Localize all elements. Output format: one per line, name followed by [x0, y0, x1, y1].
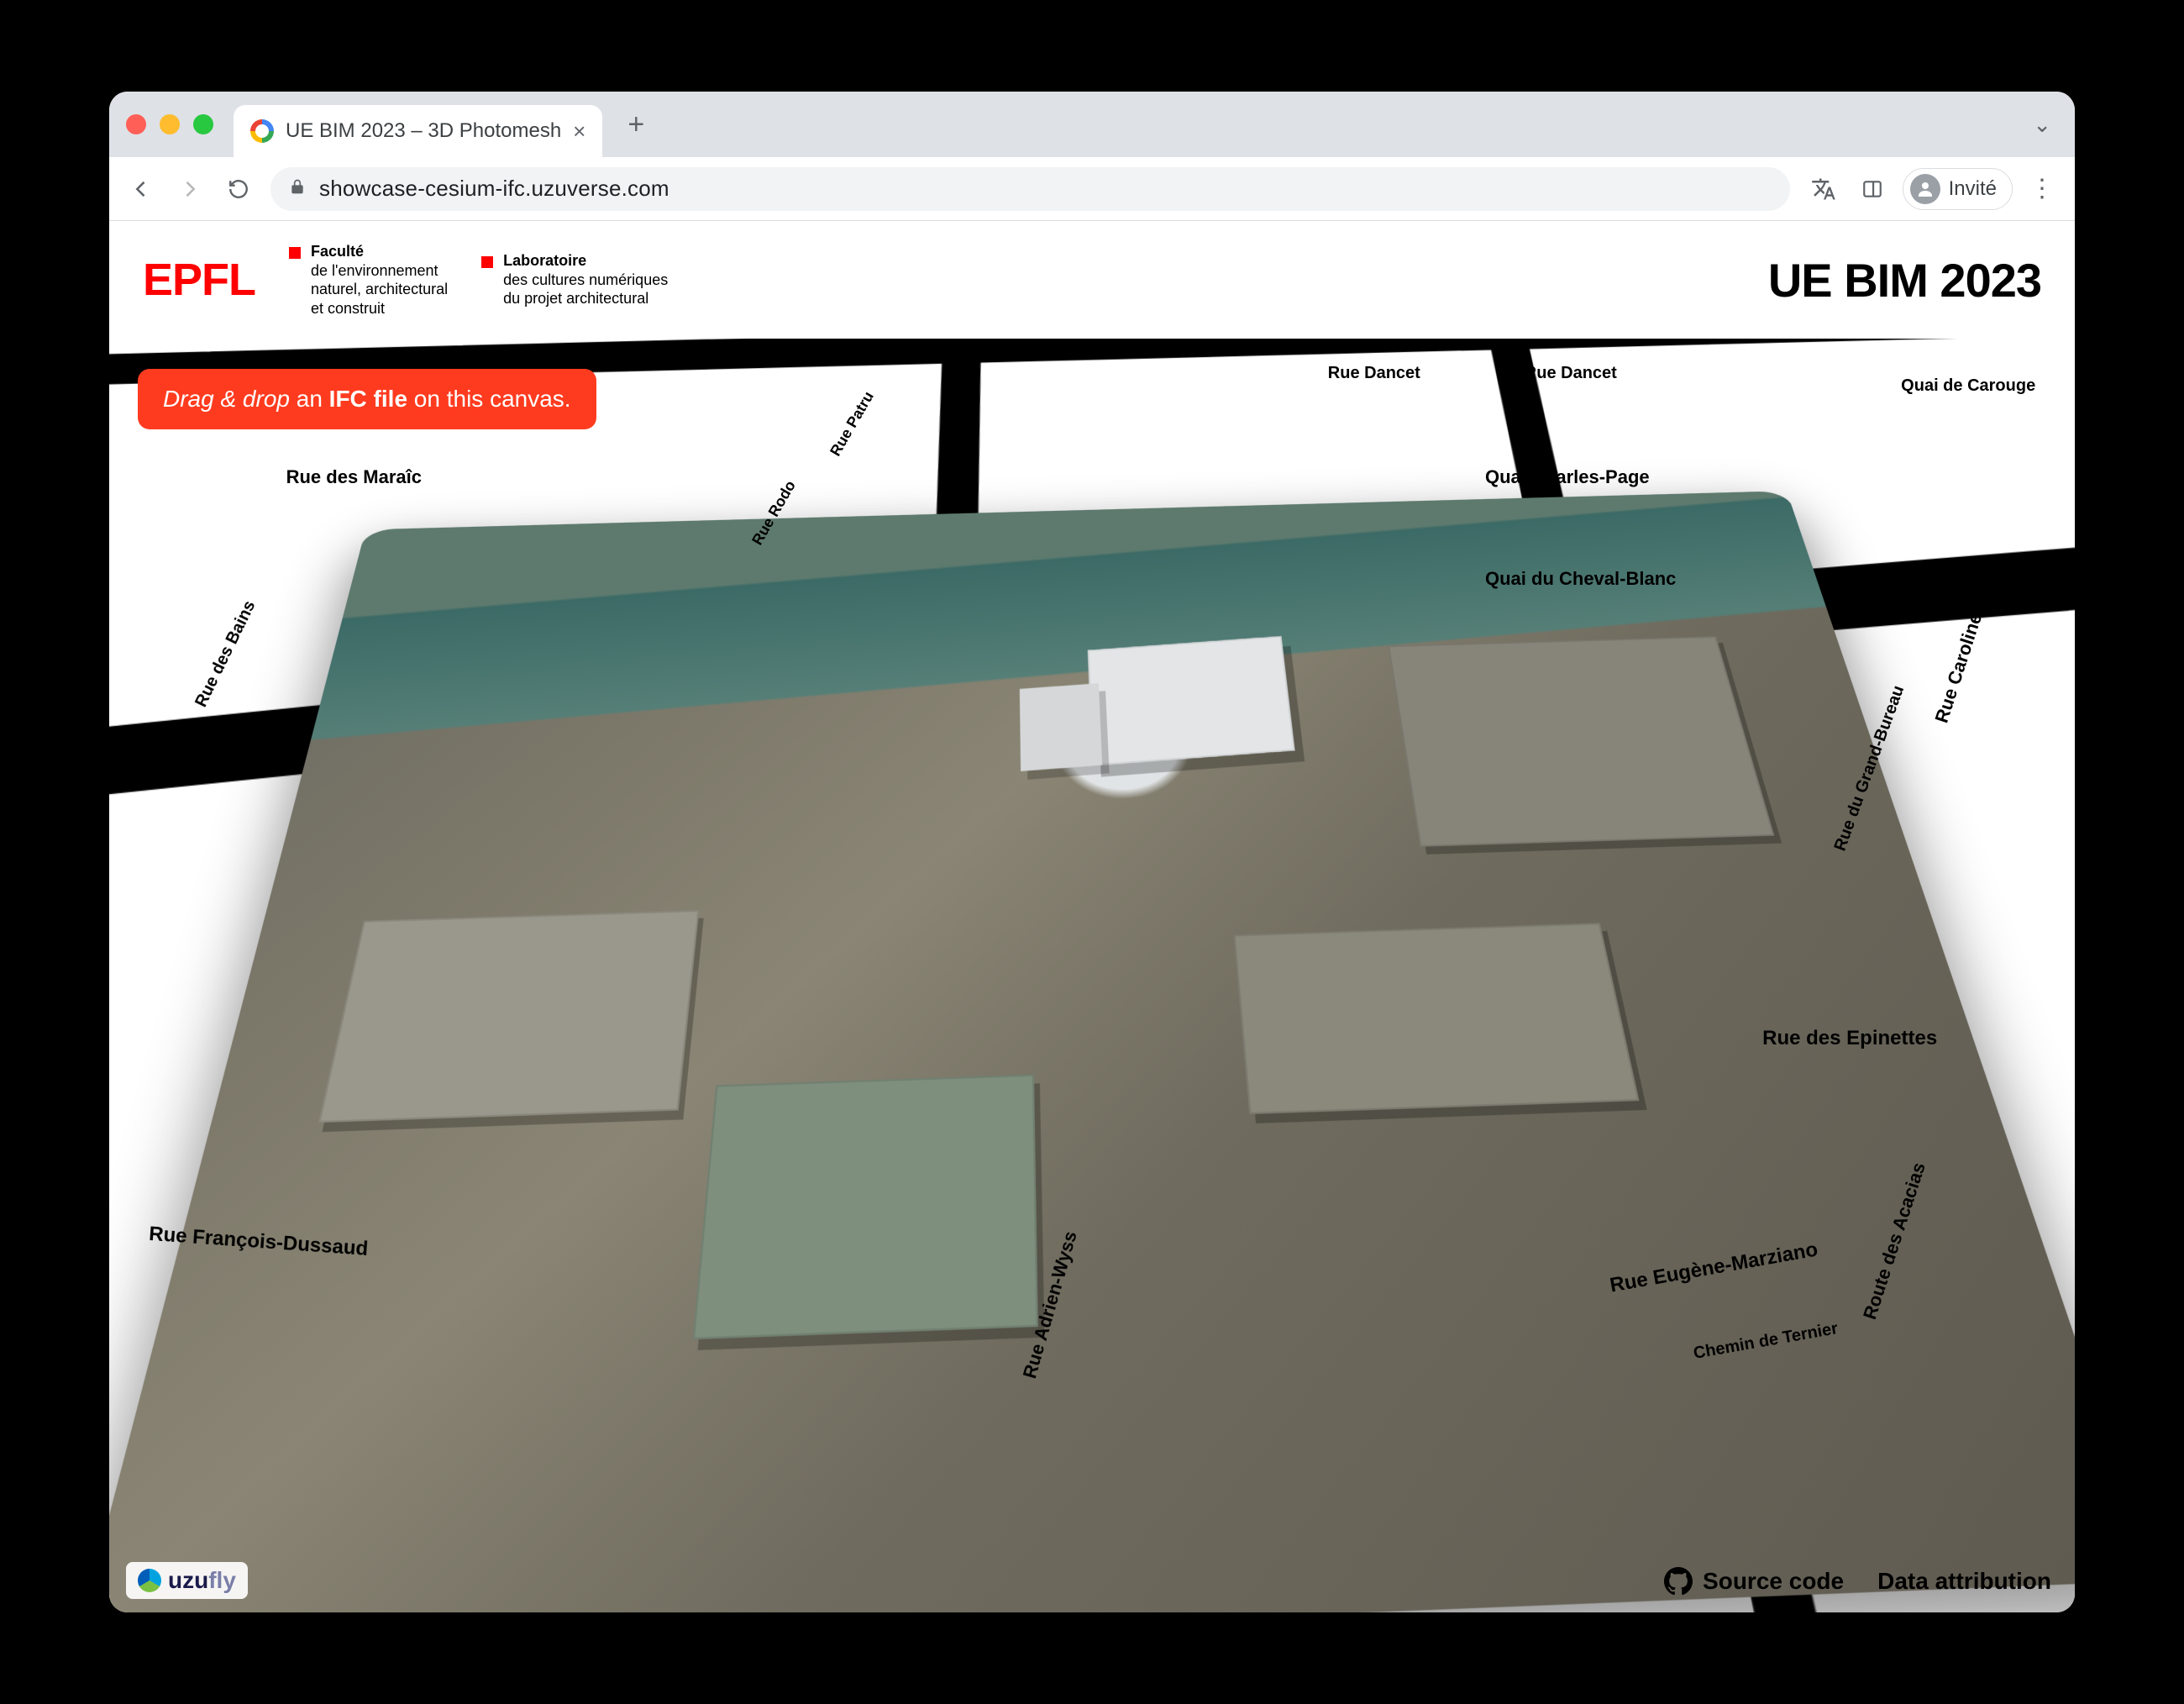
- browser-window: UE BIM 2023 – 3D Photomesh × + ⌄ showcas…: [109, 92, 2075, 1612]
- data-attribution-link[interactable]: Data attribution: [1877, 1568, 2051, 1595]
- new-tab-button[interactable]: +: [616, 108, 656, 141]
- uzufly-brand: uzufly: [168, 1567, 236, 1594]
- red-square-icon: [289, 247, 301, 259]
- uzufly-logo-icon: [138, 1569, 161, 1592]
- profile-label: Invité: [1949, 177, 1997, 201]
- cesium-canvas[interactable]: Rue des Maraîc Rue Dancet Rue Dancet Qua…: [109, 339, 2075, 1612]
- source-code-label: Source code: [1703, 1568, 1844, 1595]
- ifc-model: [1088, 637, 1295, 766]
- translate-icon[interactable]: [1805, 171, 1842, 208]
- nav-back-button[interactable]: [124, 172, 158, 206]
- faculty-block: Faculté de l'environnement naturel, arch…: [289, 242, 448, 318]
- traffic-lights: [126, 114, 213, 134]
- lab-text: Laboratoire des cultures numériques du p…: [503, 251, 668, 308]
- profile-chip[interactable]: Invité: [1903, 168, 2013, 210]
- toolbar-right: Invité ⋮: [1805, 168, 2060, 210]
- panel-toggle-icon[interactable]: [1854, 171, 1891, 208]
- tab-title: UE BIM 2023 – 3D Photomesh: [286, 119, 561, 143]
- source-code-link[interactable]: Source code: [1664, 1567, 1844, 1596]
- window-minimize-button[interactable]: [160, 114, 180, 134]
- drop-hint: Drag & drop an IFC file on this canvas.: [138, 369, 596, 429]
- street-label: Quai Charles-Page: [1485, 466, 1650, 488]
- building: [319, 911, 699, 1123]
- page-header: EPFL Faculté de l'environnement naturel,…: [109, 221, 2075, 339]
- street-label: Rue des Epinettes: [1762, 1027, 1937, 1050]
- faculty-text: Faculté de l'environnement naturel, arch…: [311, 242, 448, 318]
- tab-close-button[interactable]: ×: [573, 118, 585, 145]
- footer-links: Source code Data attribution: [1664, 1567, 2051, 1596]
- nav-reload-button[interactable]: [222, 172, 255, 206]
- window-close-button[interactable]: [126, 114, 146, 134]
- street-label: Quai de Carouge: [1901, 376, 2035, 396]
- browser-tab[interactable]: UE BIM 2023 – 3D Photomesh ×: [234, 105, 602, 157]
- lab-block: Laboratoire des cultures numériques du p…: [481, 251, 668, 308]
- tabs-overflow-button[interactable]: ⌄: [2026, 112, 2058, 138]
- street-label: Rue Dancet: [1525, 364, 1617, 383]
- tab-favicon-icon: [250, 119, 274, 143]
- uzufly-badge[interactable]: uzufly: [126, 1562, 248, 1599]
- address-bar[interactable]: showcase-cesium-ifc.uzuverse.com: [270, 167, 1790, 211]
- building: [1389, 637, 1775, 848]
- red-square-icon: [481, 256, 493, 268]
- window-zoom-button[interactable]: [193, 114, 213, 134]
- github-icon: [1664, 1567, 1693, 1596]
- address-toolbar: showcase-cesium-ifc.uzuverse.com Invité …: [109, 157, 2075, 221]
- building: [1233, 923, 1639, 1114]
- street-label: Rue Dancet: [1328, 364, 1420, 383]
- nav-forward-button[interactable]: [173, 172, 207, 206]
- page-title: UE BIM 2023: [1768, 253, 2041, 308]
- building: [693, 1075, 1038, 1339]
- page-viewport: EPFL Faculté de l'environnement naturel,…: [109, 221, 2075, 1612]
- street-label: Quai du Cheval-Blanc: [1485, 568, 1676, 590]
- avatar-icon: [1910, 174, 1940, 204]
- data-attribution-label: Data attribution: [1877, 1568, 2051, 1595]
- titlebar: UE BIM 2023 – 3D Photomesh × + ⌄: [109, 92, 2075, 157]
- photomesh-tile: [109, 491, 2075, 1612]
- street-label: Rue des Maraîc: [286, 466, 422, 488]
- epfl-logo: EPFL: [143, 254, 255, 306]
- lock-icon: [289, 178, 306, 200]
- browser-menu-button[interactable]: ⋮: [2024, 174, 2060, 203]
- url-text: showcase-cesium-ifc.uzuverse.com: [319, 176, 669, 202]
